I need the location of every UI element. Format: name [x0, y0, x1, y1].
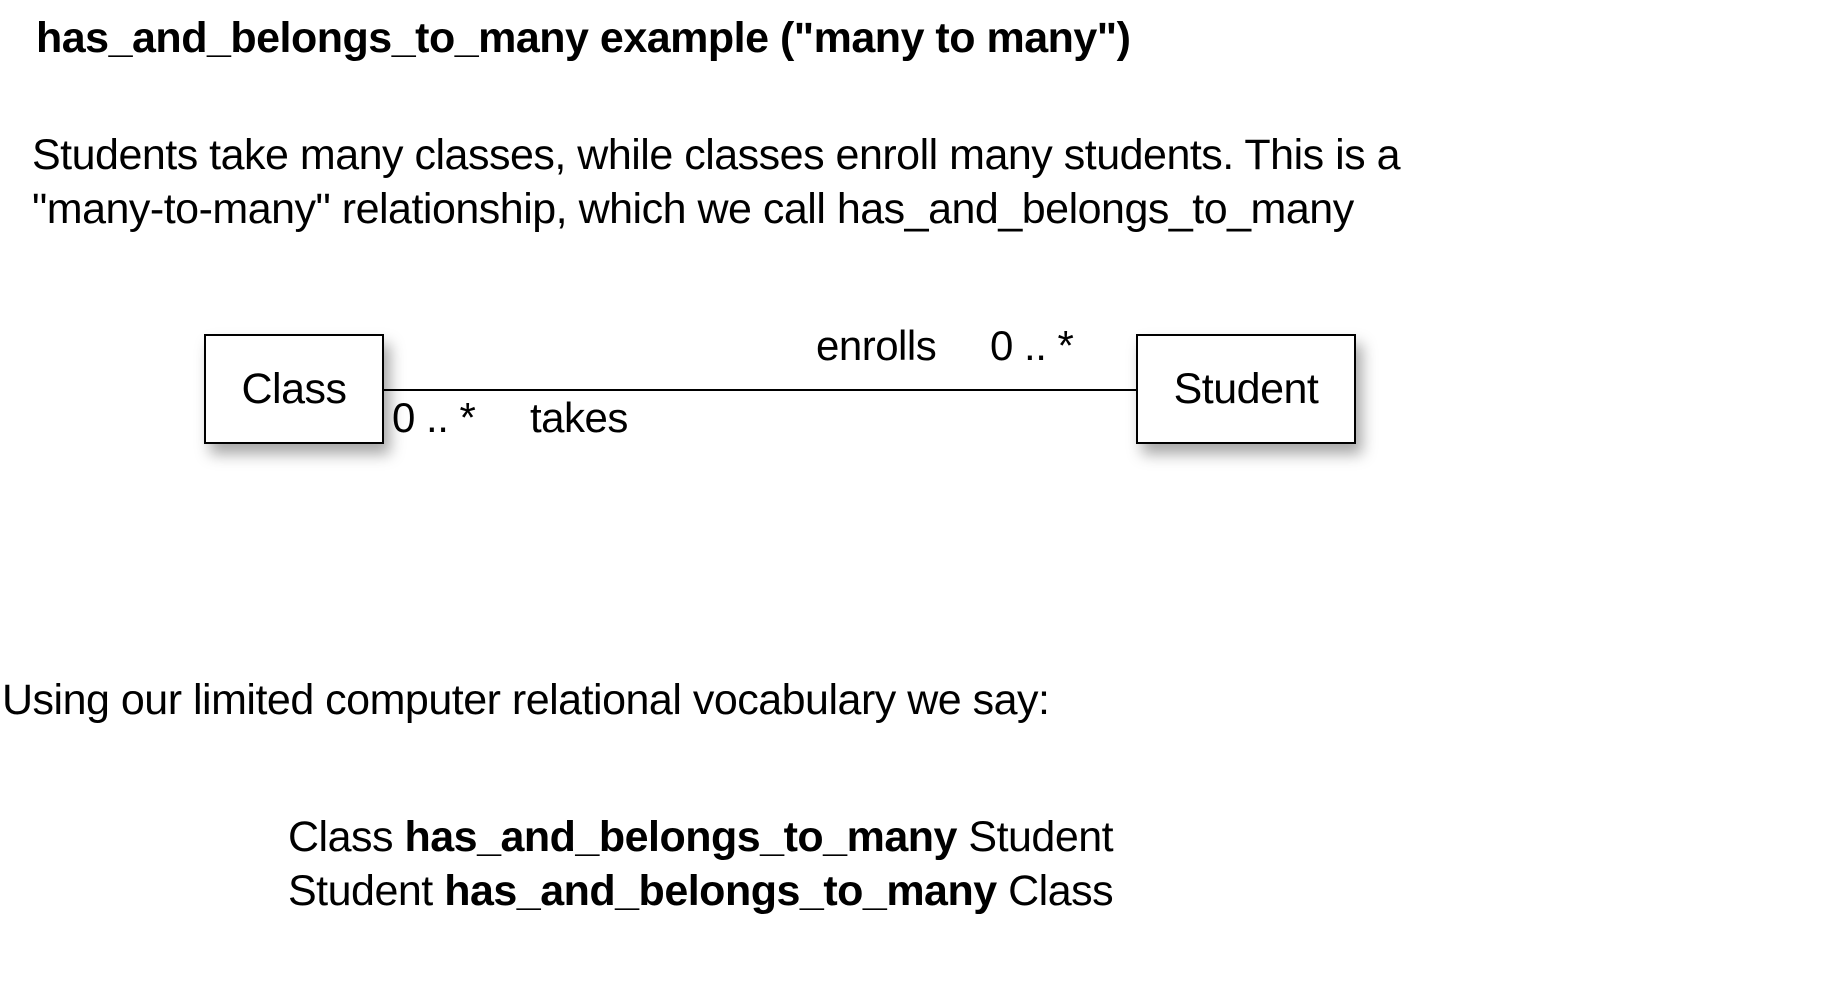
vocab-lines: Class has_and_belongs_to_many Student St…: [288, 810, 1113, 918]
slide-title: has_and_belongs_to_many example ("many t…: [36, 14, 1131, 63]
vocab-line-1: Class has_and_belongs_to_many Student: [288, 810, 1113, 864]
slide: has_and_belongs_to_many example ("many t…: [0, 0, 1837, 983]
vocab-intro: Using our limited computer relational vo…: [2, 676, 1049, 725]
vocab-line-1-left: Class: [288, 813, 404, 861]
vocab-line-2-bold: has_and_belongs_to_many: [444, 867, 996, 915]
uml-diagram: Class enrolls 0 .. * 0 .. * takes Studen…: [0, 350, 1837, 520]
role-label-takes: takes: [530, 394, 628, 442]
vocab-line-2: Student has_and_belongs_to_many Class: [288, 864, 1113, 918]
vocab-line-2-right: Class: [997, 867, 1113, 915]
intro-paragraph: Students take many classes, while classe…: [32, 128, 1400, 236]
vocab-line-1-bold: has_and_belongs_to_many: [404, 813, 956, 861]
role-label-enrolls: enrolls: [816, 322, 936, 370]
vocab-line-2-left: Student: [288, 867, 444, 915]
entity-box-class: Class: [204, 334, 384, 444]
entity-box-student: Student: [1136, 334, 1356, 444]
multiplicity-left: 0 .. *: [392, 394, 475, 442]
multiplicity-right: 0 .. *: [990, 322, 1073, 370]
association-line: [384, 389, 1136, 391]
entity-label-class: Class: [241, 365, 346, 414]
vocab-line-1-right: Student: [957, 813, 1113, 861]
entity-label-student: Student: [1174, 365, 1319, 414]
